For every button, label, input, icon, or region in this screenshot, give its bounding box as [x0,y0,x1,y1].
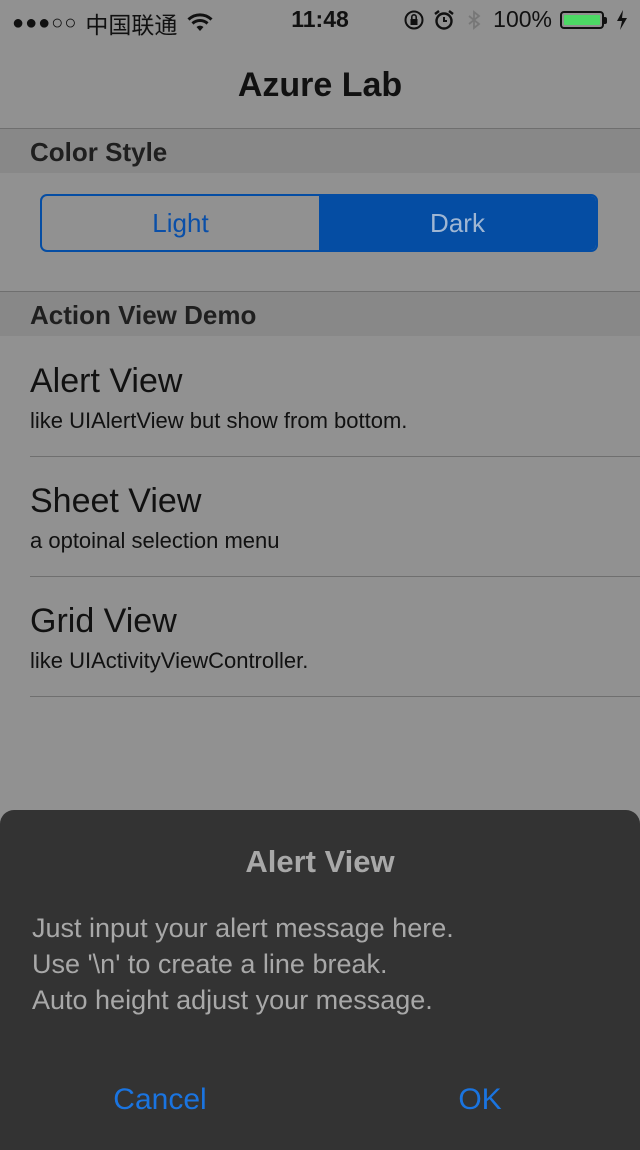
alert-message-line: Auto height adjust your message. [32,985,433,1015]
status-bar: ●●●○○ 中国联通 11:48 100% [0,0,640,40]
alert-message-line: Just input your alert message here. [32,913,454,943]
row-subtitle: like UIActivityViewController. [30,648,309,673]
battery-icon [560,10,607,29]
row-title: Grid View [30,602,177,640]
row-subtitle: like UIAlertView but show from bottom. [30,408,408,433]
row-title: Alert View [30,362,183,400]
rotation-lock-icon [404,10,424,29]
status-right: 100% [403,6,628,33]
list-item-sheet-view[interactable]: Sheet View a optoinal selection menu [30,456,640,577]
segment-light[interactable]: Light [42,196,319,250]
row-title: Sheet View [30,482,202,520]
alarm-icon [434,9,454,30]
segment-dark[interactable]: Dark [319,196,596,250]
ok-button[interactable]: OK [320,1070,640,1130]
row-subtitle: a optoinal selection menu [30,528,280,553]
section-header-color-style: Color Style [0,129,640,173]
list-item-grid-view[interactable]: Grid View like UIActivityViewController. [30,576,640,697]
section-header-action-view-demo: Action View Demo [0,292,640,336]
alert-message-line: Use '\n' to create a line break. [32,949,388,979]
navigation-bar: Azure Lab [0,40,640,129]
battery-percent: 100% [493,6,552,32]
cancel-button[interactable]: Cancel [0,1070,320,1130]
bluetooth-icon [468,9,481,30]
section-title: Color Style [30,137,168,167]
nav-title: Azure Lab [237,66,403,104]
battery-fill [564,14,600,25]
color-style-segmented-control[interactable]: Light Dark [40,194,598,252]
alert-message: Just input your alert message here. Use … [32,910,454,1018]
charging-icon [617,9,627,30]
alert-view-panel: Alert View Just input your alert message… [0,810,640,1150]
alert-title: Alert View [245,844,395,879]
section-title: Action View Demo [30,300,257,330]
list-item-alert-view[interactable]: Alert View like UIAlertView but show fro… [30,336,640,457]
app-screen: ●●●○○ 中国联通 11:48 100% Azure Lab Color St… [0,0,640,1150]
